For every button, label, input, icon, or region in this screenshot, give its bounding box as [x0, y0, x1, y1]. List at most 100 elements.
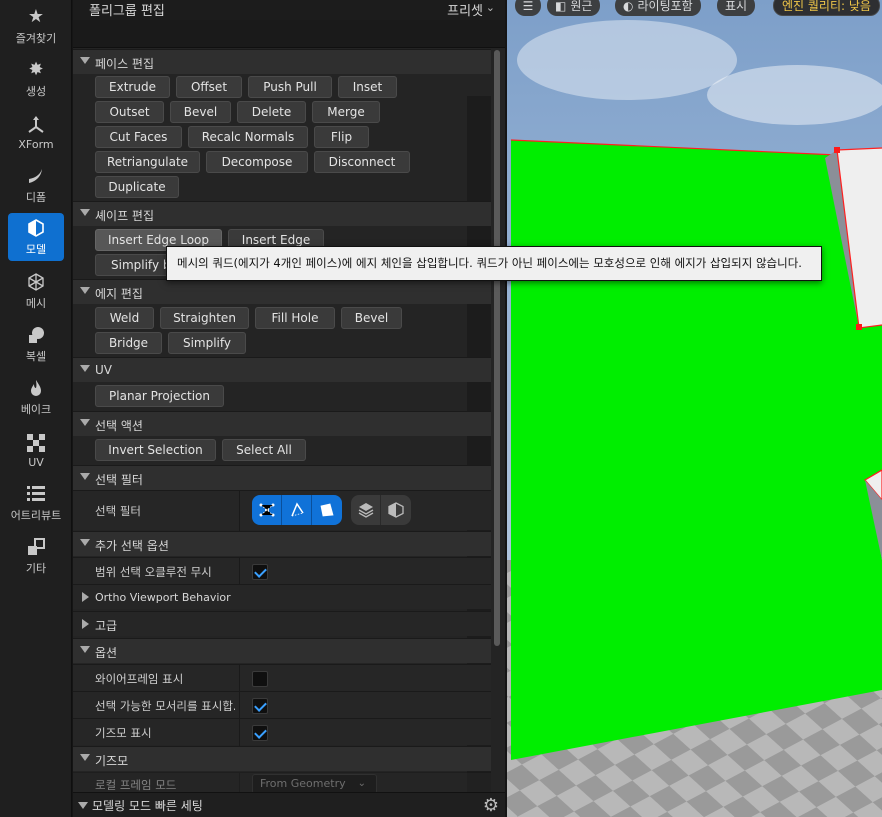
geometry-filter-group: [351, 495, 411, 525]
tool-details-panel: 폴리그룹 편집 프리셋 ⌄ 페이스 편집 Extrude Offset Push…: [73, 0, 505, 817]
planar-projection-button[interactable]: Planar Projection: [95, 385, 224, 407]
collapse-arrow-icon: [80, 419, 90, 426]
star-icon: ★: [27, 6, 45, 27]
perspective-button[interactable]: ◧ 원근: [547, 0, 601, 16]
section-advanced[interactable]: 고급: [73, 611, 491, 636]
section-selection-actions[interactable]: 선택 액션: [73, 411, 491, 436]
section-options[interactable]: 옵션: [73, 638, 491, 663]
show-gizmo-checkbox[interactable]: [252, 725, 268, 741]
modeling-category-toolbar: ★ 즐겨찾기 ✸ 생성 XForm 디폼 모델 메시 복셀 베이크 UV 어트리…: [0, 0, 72, 817]
insert-edge-loop-tooltip: 메시의 쿼드(에지가 4개인 페이스)에 에지 체인을 삽입합니다. 쿼드가 아…: [166, 246, 822, 281]
edge-icon: [290, 502, 304, 517]
show-wireframe-checkbox[interactable]: [252, 671, 268, 687]
polygroup-filter-toggle[interactable]: [351, 495, 381, 525]
element-filter-group: [252, 495, 342, 525]
category-favorites[interactable]: ★ 즐겨찾기: [8, 2, 64, 50]
section-extra-selection[interactable]: 추가 선택 옵션: [73, 531, 491, 556]
category-model[interactable]: 모델: [8, 213, 64, 261]
category-bake[interactable]: 베이크: [8, 373, 64, 421]
section-edge-edit[interactable]: 에지 편집: [73, 279, 491, 304]
merge-button[interactable]: Merge: [312, 101, 380, 123]
recalc-normals-button[interactable]: Recalc Normals: [188, 126, 308, 148]
collapse-arrow-icon: [78, 802, 88, 809]
edge-filter-toggle[interactable]: [282, 495, 312, 525]
bake-icon: [25, 377, 47, 399]
show-selectable-corners-checkbox[interactable]: [252, 698, 268, 714]
panel-header: 폴리그룹 편집 프리셋 ⌄: [73, 0, 505, 20]
expand-arrow-icon: [82, 619, 89, 629]
outset-button[interactable]: Outset: [95, 101, 164, 123]
decompose-button[interactable]: Decompose: [206, 151, 308, 173]
vertex-icon: [259, 503, 274, 517]
bridge-button[interactable]: Bridge: [95, 332, 162, 354]
cut-faces-button[interactable]: Cut Faces: [95, 126, 182, 148]
delete-button[interactable]: Delete: [237, 101, 306, 123]
duplicate-button[interactable]: Duplicate: [95, 176, 179, 198]
category-mesh[interactable]: 메시: [8, 267, 64, 315]
viewport-menu-button[interactable]: ☰: [515, 0, 541, 16]
invert-selection-button[interactable]: Invert Selection: [95, 439, 216, 461]
collapse-arrow-icon: [80, 57, 90, 64]
show-selectable-corners-row: 선택 가능한 모서리를 표시합...: [73, 691, 491, 719]
engine-quality-warning[interactable]: 엔진 퀄리티: 낮음: [773, 0, 880, 16]
ignore-occlusion-checkbox[interactable]: [252, 564, 268, 580]
face-filter-toggle[interactable]: [312, 495, 342, 525]
create-icon: ✸: [28, 59, 44, 80]
misc-icon: [25, 536, 47, 558]
vertex-filter-toggle[interactable]: [252, 495, 282, 525]
polygroup-icon: [358, 503, 373, 518]
voxel-icon: [25, 324, 47, 346]
category-uv[interactable]: UV: [8, 426, 64, 474]
section-face-edit[interactable]: 페이스 편집: [73, 49, 491, 74]
category-misc[interactable]: 기타: [8, 532, 64, 580]
section-gizmo[interactable]: 기즈모: [73, 746, 491, 771]
quick-settings-footer[interactable]: 모델링 모드 빠른 세팅 ⚙: [73, 792, 505, 817]
uv-icon: [25, 432, 47, 454]
inset-button[interactable]: Inset: [338, 76, 397, 98]
lighting-sphere-icon: ◐: [623, 0, 634, 13]
fill-hole-button[interactable]: Fill Hole: [255, 307, 335, 329]
section-ortho-viewport[interactable]: Ortho Viewport Behavior: [73, 584, 491, 609]
mesh-filter-toggle[interactable]: [381, 495, 411, 525]
category-create[interactable]: ✸ 생성: [8, 55, 64, 103]
lighting-mode-button[interactable]: ◐ 라이팅포함: [615, 0, 701, 16]
category-voxel[interactable]: 복셀: [8, 320, 64, 368]
3d-viewport[interactable]: ☰ ◧ 원근 ◐ 라이팅포함 표시 엔진 퀄리티: 낮음: [507, 0, 882, 817]
category-deform[interactable]: 디폼: [8, 161, 64, 209]
flip-button[interactable]: Flip: [314, 126, 369, 148]
selection-filter-row: 선택 필터: [73, 490, 491, 531]
section-uv[interactable]: UV: [73, 357, 491, 382]
attributes-icon: [25, 483, 47, 505]
bevel-faces-button[interactable]: Bevel: [170, 101, 231, 123]
disconnect-button[interactable]: Disconnect: [314, 151, 410, 173]
show-wireframe-row: 와이어프레임 표시: [73, 664, 491, 692]
collapse-arrow-icon: [80, 365, 90, 372]
simplify-edges-button[interactable]: Simplify: [168, 332, 246, 354]
collapse-arrow-icon: [80, 287, 90, 294]
collapse-arrow-icon: [80, 539, 90, 546]
retriangulate-button[interactable]: Retriangulate: [95, 151, 200, 173]
weld-button[interactable]: Weld: [95, 307, 154, 329]
push-pull-button[interactable]: Push Pull: [248, 76, 332, 98]
modeling-mode-window: ★ 즐겨찾기 ✸ 생성 XForm 디폼 모델 메시 복셀 베이크 UV 어트리…: [0, 0, 882, 817]
collapse-arrow-icon: [80, 209, 90, 216]
details-scrollbar[interactable]: [494, 50, 500, 646]
cube-icon: [388, 502, 404, 518]
local-frame-mode-dropdown[interactable]: From Geometry ⌄: [252, 774, 377, 792]
offset-button[interactable]: Offset: [176, 76, 242, 98]
straighten-button[interactable]: Straighten: [160, 307, 249, 329]
show-flags-button[interactable]: 표시: [717, 0, 756, 16]
select-all-button[interactable]: Select All: [222, 439, 306, 461]
local-frame-mode-row: 로컬 프레임 모드 From Geometry ⌄: [73, 772, 491, 792]
gear-icon[interactable]: ⚙: [483, 795, 499, 816]
panel-subbar: [73, 20, 505, 48]
preset-dropdown[interactable]: 프리셋: [447, 0, 483, 19]
bevel-edges-button[interactable]: Bevel: [341, 307, 402, 329]
category-attributes[interactable]: 어트리뷰트: [8, 479, 64, 527]
category-xform[interactable]: XForm: [8, 108, 64, 156]
chevron-down-icon: ⌄: [485, 1, 495, 14]
ignore-occlusion-row: 범위 선택 오클루전 무시: [73, 557, 491, 585]
section-shape-edit[interactable]: 셰이프 편집: [73, 201, 491, 226]
extrude-button[interactable]: Extrude: [95, 76, 170, 98]
section-selection-filter[interactable]: 선택 필터: [73, 465, 491, 490]
